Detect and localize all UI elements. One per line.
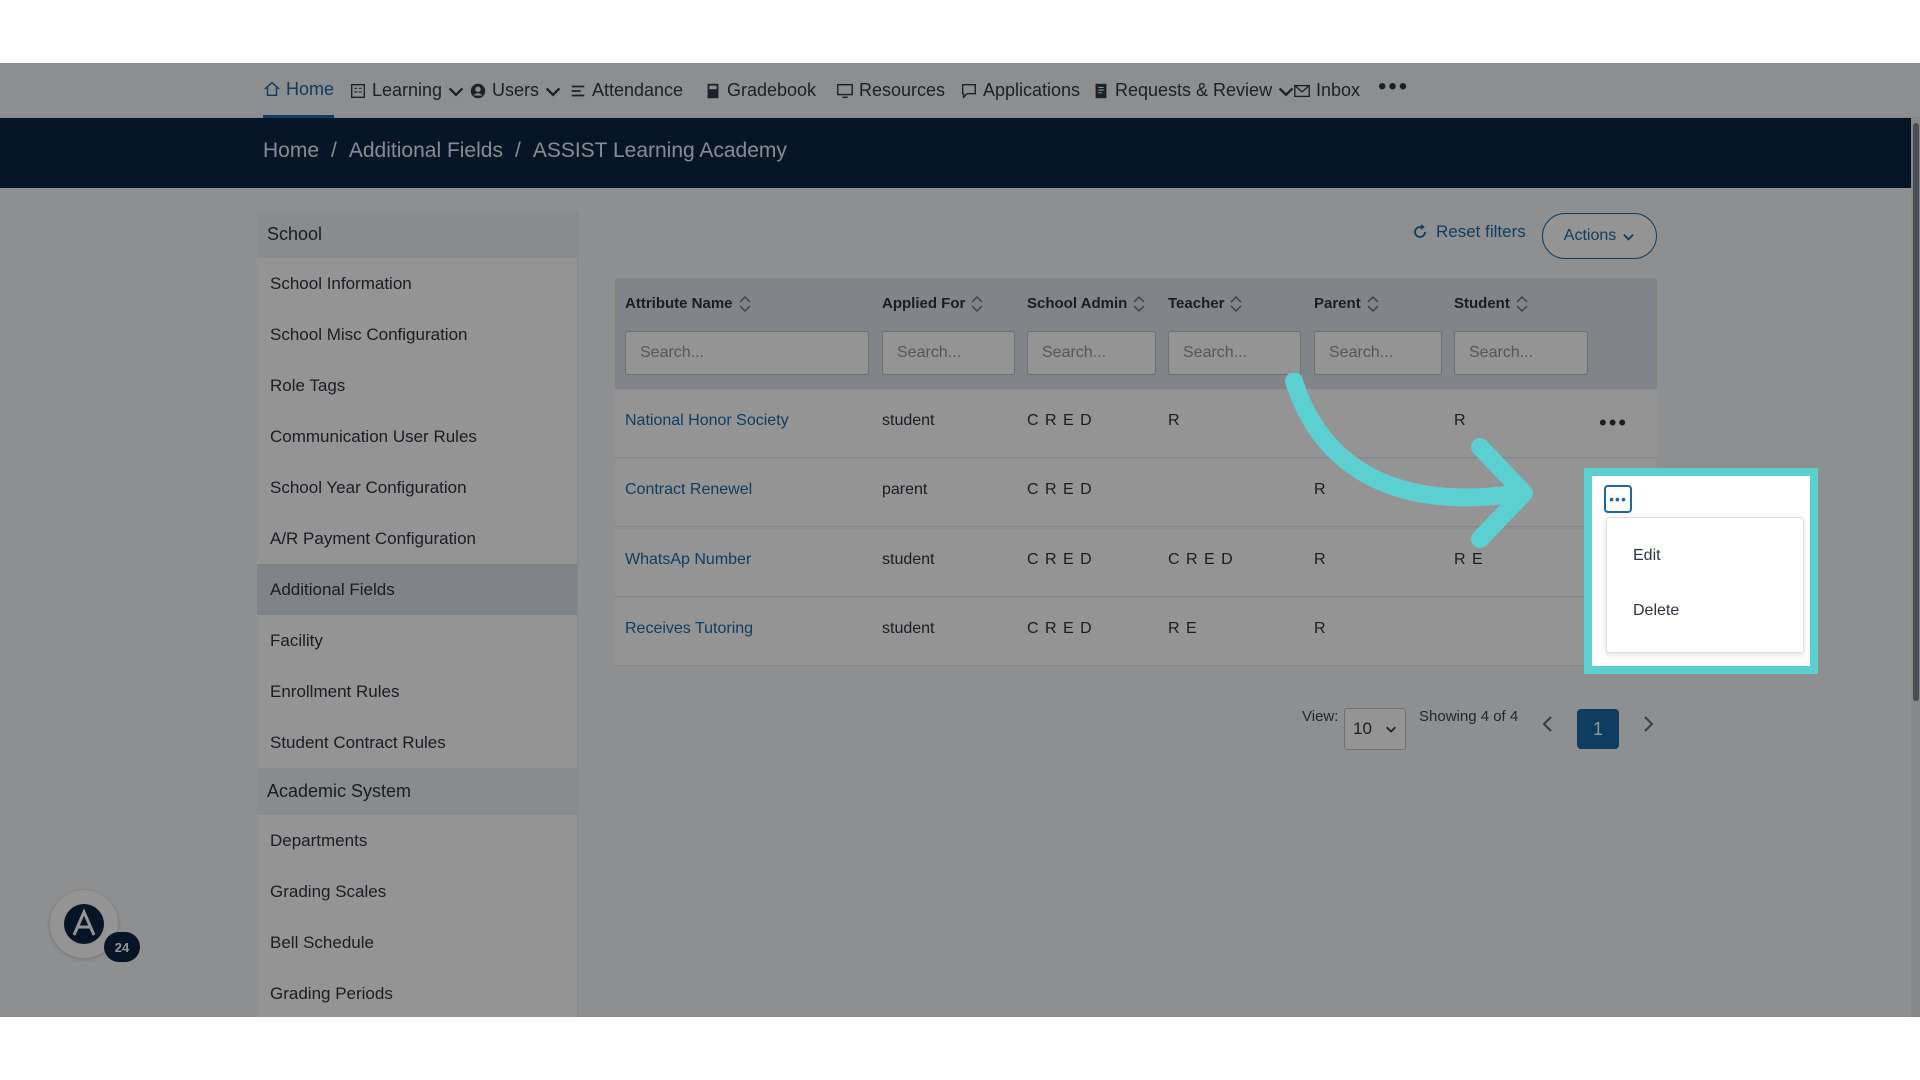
tutorial-arrow-icon bbox=[1285, 373, 1533, 548]
menu-item-edit[interactable]: Edit bbox=[1633, 547, 1661, 565]
menu-item-delete[interactable]: Delete bbox=[1633, 602, 1679, 620]
row-actions-menu: Edit Delete bbox=[1606, 517, 1804, 653]
app-stage: Home Learning Users Attendance Gradebook… bbox=[0, 63, 1920, 1017]
row-more-button-active[interactable]: ••• bbox=[1604, 485, 1632, 513]
row-actions-highlight: ••• Edit Delete bbox=[1584, 468, 1818, 674]
